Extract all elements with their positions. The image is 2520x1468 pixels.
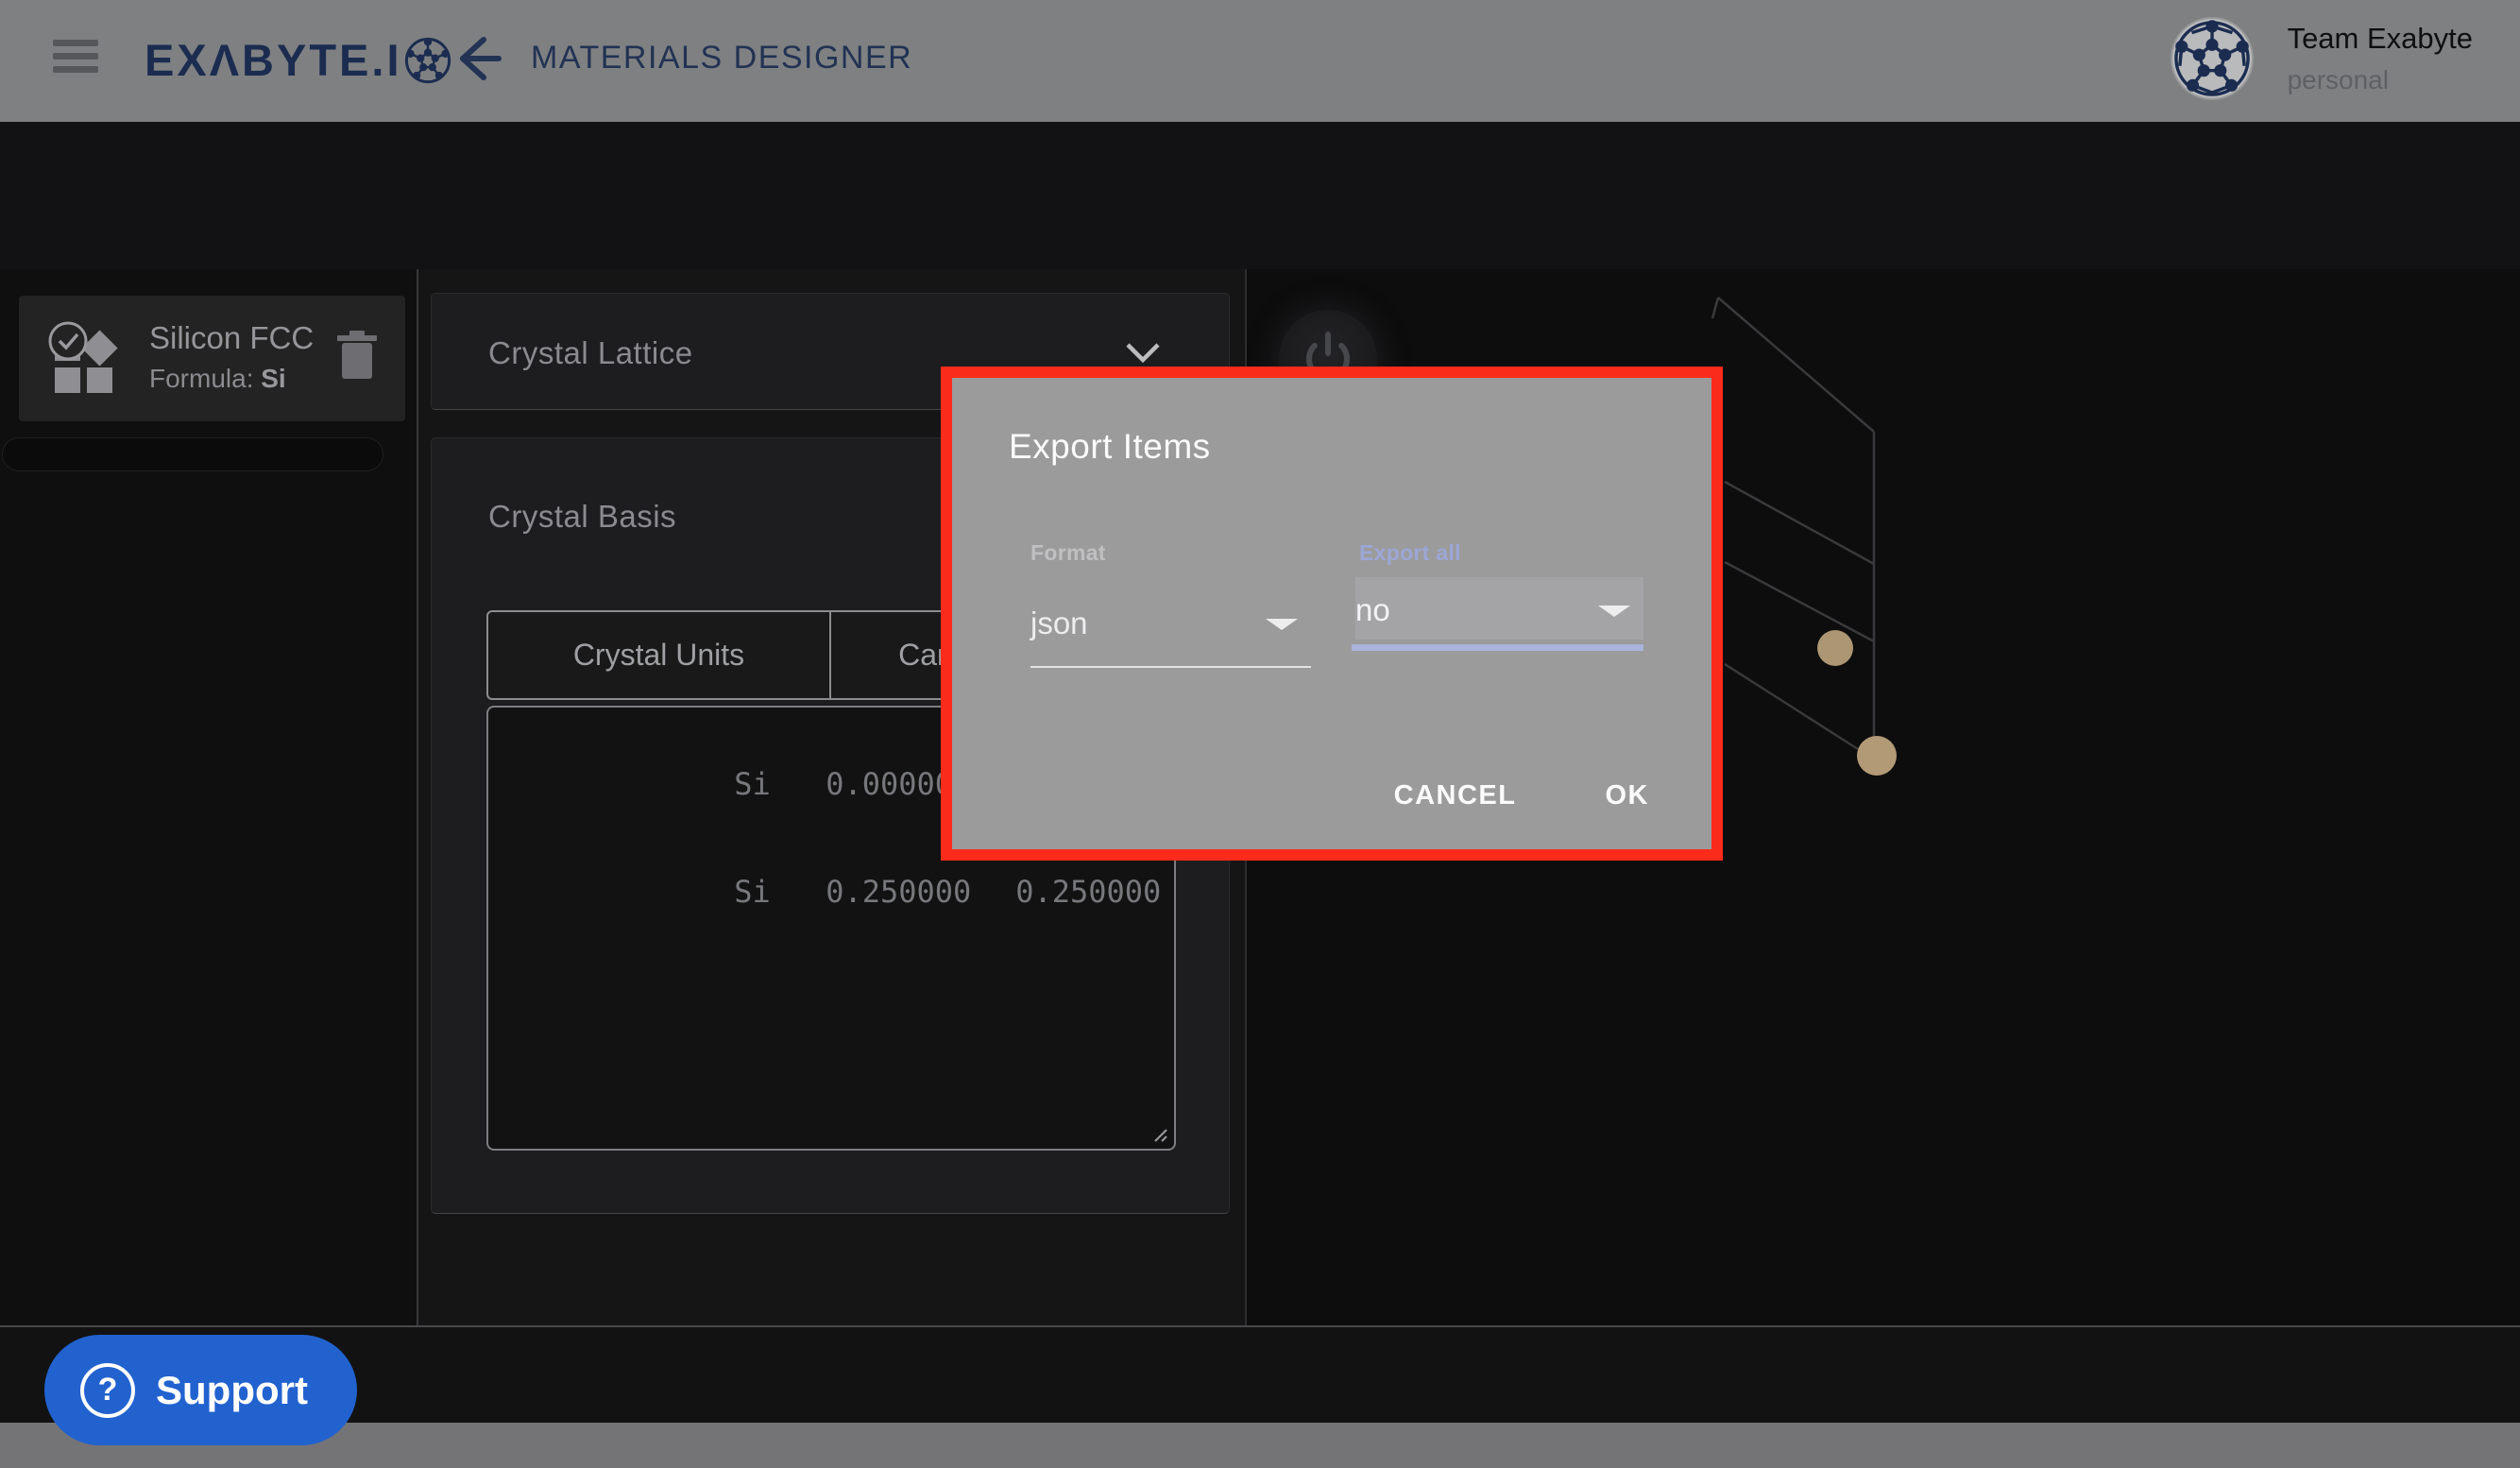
dialog-actions: CANCEL OK — [1377, 767, 1666, 825]
crystal-basis-title: Crystal Basis — [488, 499, 676, 535]
ok-button[interactable]: OK — [1589, 767, 1667, 825]
cancel-button[interactable]: CANCEL — [1377, 767, 1534, 825]
triangle-down-icon — [1598, 606, 1630, 617]
exabyte-logo[interactable]: EXΛBYTE.I — [145, 34, 451, 86]
export-all-select[interactable]: no — [1355, 577, 1643, 640]
material-name: Silicon FCC — [149, 320, 314, 356]
textarea-resize-grip-icon[interactable] — [1149, 1124, 1168, 1143]
page-footer — [0, 1325, 2520, 1423]
dialog-title: Export Items — [1009, 427, 1211, 467]
atom-sphere — [1817, 630, 1853, 666]
back-arrow-icon[interactable] — [451, 32, 504, 85]
format-value: json — [1030, 606, 1088, 641]
format-underline — [1030, 666, 1311, 668]
material-widgets-check-icon — [43, 318, 123, 401]
delete-material-icon[interactable] — [335, 330, 379, 383]
export-items-dialog: Export Items Format json Export all no C… — [941, 367, 1723, 861]
sidebar-collapsed-bar[interactable] — [2, 437, 383, 471]
triangle-down-icon — [1266, 619, 1298, 630]
format-label: Format — [1030, 540, 1311, 566]
format-field: Format json — [1030, 540, 1311, 657]
account-widget[interactable]: Team Exabyte personal — [2171, 17, 2473, 100]
support-label: Support — [156, 1368, 308, 1413]
chevron-down-icon[interactable] — [1123, 339, 1163, 367]
materials-designer-app: EXΛBYTE.I MATERIALS DESIGNER — [0, 0, 2520, 1468]
export-all-underline — [1352, 644, 1643, 651]
avatar[interactable] — [2171, 17, 2254, 100]
material-list-item[interactable]: Silicon FCC Formula: Si — [19, 296, 405, 421]
crystal-cell-wireframe — [1691, 283, 1917, 794]
tab-crystal-units[interactable]: Crystal Units — [486, 610, 830, 700]
atom-sphere — [1857, 736, 1897, 776]
account-subtitle: personal — [2288, 65, 2473, 95]
logo-soccer-ball-icon — [404, 37, 451, 84]
export-all-field: Export all no — [1359, 540, 1643, 640]
support-button[interactable]: ? Support — [44, 1335, 357, 1445]
export-all-label: Export all — [1359, 540, 1643, 566]
format-select[interactable]: json — [1030, 590, 1311, 657]
top-header: EXΛBYTE.I MATERIALS DESIGNER — [0, 0, 2520, 122]
account-name: Team Exabyte — [2288, 22, 2473, 56]
crystal-lattice-title: Crystal Lattice — [488, 335, 693, 371]
material-formula: Formula: Si — [149, 364, 286, 394]
logo-text: EXΛBYTE.I — [145, 34, 402, 86]
question-circle-icon: ? — [80, 1363, 135, 1418]
export-all-value: no — [1355, 592, 1390, 628]
avatar-fullerene-icon — [2173, 20, 2251, 97]
main-menubar: INPUT/OUTPUT EDIT VIEW ADVANCED HELP — [0, 122, 2520, 269]
hamburger-menu-icon[interactable] — [53, 40, 98, 77]
bottom-scroll-strip[interactable] — [0, 1423, 2520, 1468]
materials-sidebar: Silicon FCC Formula: Si — [0, 269, 417, 1325]
page-title: MATERIALS DESIGNER — [531, 40, 912, 77]
